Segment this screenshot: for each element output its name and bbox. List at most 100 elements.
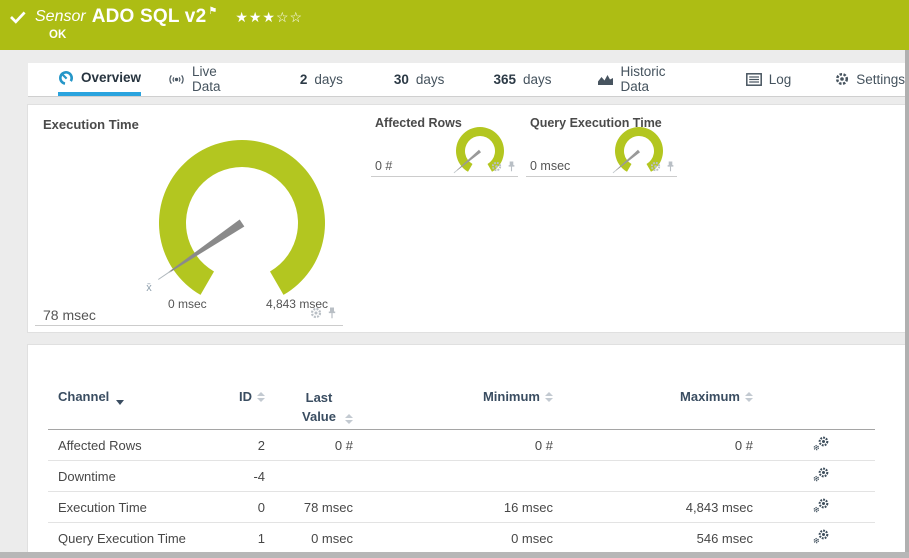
gauge-title: Affected Rows <box>375 116 462 130</box>
column-label: ID <box>239 389 252 404</box>
column-header-id[interactable]: ID <box>218 389 265 430</box>
cell-channel[interactable]: Execution Time <box>48 492 218 523</box>
column-label: Minimum <box>482 389 540 404</box>
cell-last-value: 78 msec <box>303 499 353 515</box>
channels-table: Channel ID Last Value Minimum Maximum Af… <box>48 389 875 553</box>
tab-label: Live Data <box>192 64 221 94</box>
tab-number: 365 <box>493 71 516 87</box>
mean-marker: x̄ <box>146 282 152 294</box>
tab-2-days[interactable]: 2 days <box>300 63 343 96</box>
sort-icon[interactable] <box>345 413 353 424</box>
table-row: Downtime -4 <box>48 461 875 492</box>
channel-settings-gears-icon[interactable] <box>813 436 830 454</box>
gauge-affected-rows[interactable]: Affected Rows 0 # <box>371 105 518 177</box>
cell-maximum <box>553 461 753 492</box>
scrollbar-track[interactable] <box>905 50 909 558</box>
bottom-edge-strip <box>0 552 909 558</box>
column-header-maximum[interactable]: Maximum <box>553 389 753 430</box>
table-row: Query Execution Time 1 0 msec 0 msec 546… <box>48 523 875 554</box>
sensor-title: ADO SQL v2 <box>91 6 207 27</box>
gear-icon[interactable] <box>310 307 322 322</box>
tab-label: days <box>314 71 343 87</box>
sort-icon[interactable] <box>745 392 753 402</box>
channel-settings-gears-icon[interactable] <box>813 498 830 516</box>
cell-id: 1 <box>257 530 265 546</box>
gauge-current-value: 0 msec <box>530 159 571 173</box>
gauge-min-label: 0 msec <box>168 297 207 311</box>
cell-id: 0 <box>257 499 265 515</box>
column-label: Last Value <box>302 390 336 424</box>
tab-bar: Overview Live Data 2 days 30 days 365 da… <box>28 63 905 97</box>
sort-desc-icon <box>116 400 125 405</box>
cell-id: -4 <box>253 468 265 484</box>
gauge-execution-time[interactable]: Execution Time x̄ 0 msec 4,843 msec 78 m… <box>35 105 343 326</box>
tab-30-days[interactable]: 30 days <box>394 63 445 96</box>
gauge-current-value: 0 # <box>375 159 393 173</box>
tab-label: Log <box>768 71 792 87</box>
sort-icon[interactable] <box>257 392 265 402</box>
cell-channel[interactable]: Affected Rows <box>48 430 218 461</box>
log-list-icon <box>745 72 762 86</box>
tab-label: days <box>415 71 445 87</box>
tab-label: days <box>522 71 552 87</box>
table-row: Execution Time 0 78 msec 16 msec 4,843 m… <box>48 492 875 523</box>
column-label: Maximum <box>680 389 740 404</box>
execution-time-gauge: x̄ <box>146 140 325 295</box>
tab-number: 2 <box>299 71 308 87</box>
column-label: Channel <box>58 389 110 404</box>
gauge-title: Execution Time <box>43 117 139 132</box>
channel-settings-gears-icon[interactable] <box>813 529 830 547</box>
gear-icon[interactable] <box>491 160 502 175</box>
cell-last-value: 0 # <box>334 437 353 453</box>
status-badge: OK <box>49 29 67 41</box>
area-chart-icon <box>597 73 614 86</box>
tab-365-days[interactable]: 365 days <box>493 63 551 96</box>
column-header-last-value[interactable]: Last Value <box>265 389 353 430</box>
table-row: Affected Rows 2 0 # 0 # 0 # <box>48 430 875 461</box>
sort-icon[interactable] <box>545 392 553 402</box>
cell-minimum: 0 msec <box>511 530 553 546</box>
gauges-panel: Execution Time x̄ 0 msec 4,843 msec 78 m… <box>27 104 906 333</box>
cell-channel[interactable]: Downtime <box>48 461 218 492</box>
pin-icon[interactable] <box>666 160 675 175</box>
cell-minimum <box>353 461 553 492</box>
tab-label: Overview <box>81 70 142 85</box>
cell-maximum: 4,843 msec <box>685 499 753 515</box>
tab-settings[interactable]: Settings <box>835 63 905 96</box>
gauge-query-execution-time[interactable]: Query Execution Time 0 msec <box>526 105 677 177</box>
tab-number: 30 <box>393 71 409 87</box>
cell-last-value <box>265 461 353 492</box>
flag-icon[interactable]: ⚑ <box>208 6 217 17</box>
table-header-row: Channel ID Last Value Minimum Maximum <box>48 389 875 430</box>
cell-maximum: 546 msec <box>696 530 753 546</box>
tab-label: Settings <box>856 71 905 87</box>
priority-stars[interactable]: ★★★☆☆ <box>235 9 303 26</box>
cell-minimum: 16 msec <box>503 499 553 515</box>
gear-icon <box>835 72 849 86</box>
sensor-header: Sensor ADO SQL v2 ⚑ ★★★☆☆ OK <box>0 0 909 50</box>
gear-icon[interactable] <box>650 160 661 175</box>
tab-historic-data[interactable]: Historic Data <box>597 63 689 96</box>
tab-label: Historic Data <box>620 64 666 94</box>
cell-last-value: 0 msec <box>311 530 353 546</box>
cell-maximum: 0 # <box>734 437 753 453</box>
sensor-type-label: Sensor <box>35 8 86 25</box>
stars-empty[interactable]: ☆☆ <box>276 9 303 25</box>
cell-id: 2 <box>257 437 265 453</box>
column-header-actions <box>753 389 875 430</box>
tab-overview[interactable]: Overview <box>58 63 142 96</box>
tab-log[interactable]: Log <box>745 63 792 96</box>
stars-filled[interactable]: ★★★ <box>235 9 276 25</box>
gauge-icon <box>58 70 74 86</box>
cell-channel[interactable]: Query Execution Time <box>48 523 218 554</box>
column-header-channel[interactable]: Channel <box>48 389 218 430</box>
pin-icon[interactable] <box>507 160 516 175</box>
tab-live-data[interactable]: Live Data <box>168 63 242 96</box>
column-header-minimum[interactable]: Minimum <box>353 389 553 430</box>
pin-icon[interactable] <box>327 307 337 322</box>
channels-table-panel: Channel ID Last Value Minimum Maximum Af… <box>27 344 906 554</box>
channel-settings-gears-icon[interactable] <box>813 467 830 485</box>
broadcast-icon <box>168 72 185 87</box>
cell-minimum: 0 # <box>534 437 553 453</box>
status-check-icon <box>10 10 26 24</box>
